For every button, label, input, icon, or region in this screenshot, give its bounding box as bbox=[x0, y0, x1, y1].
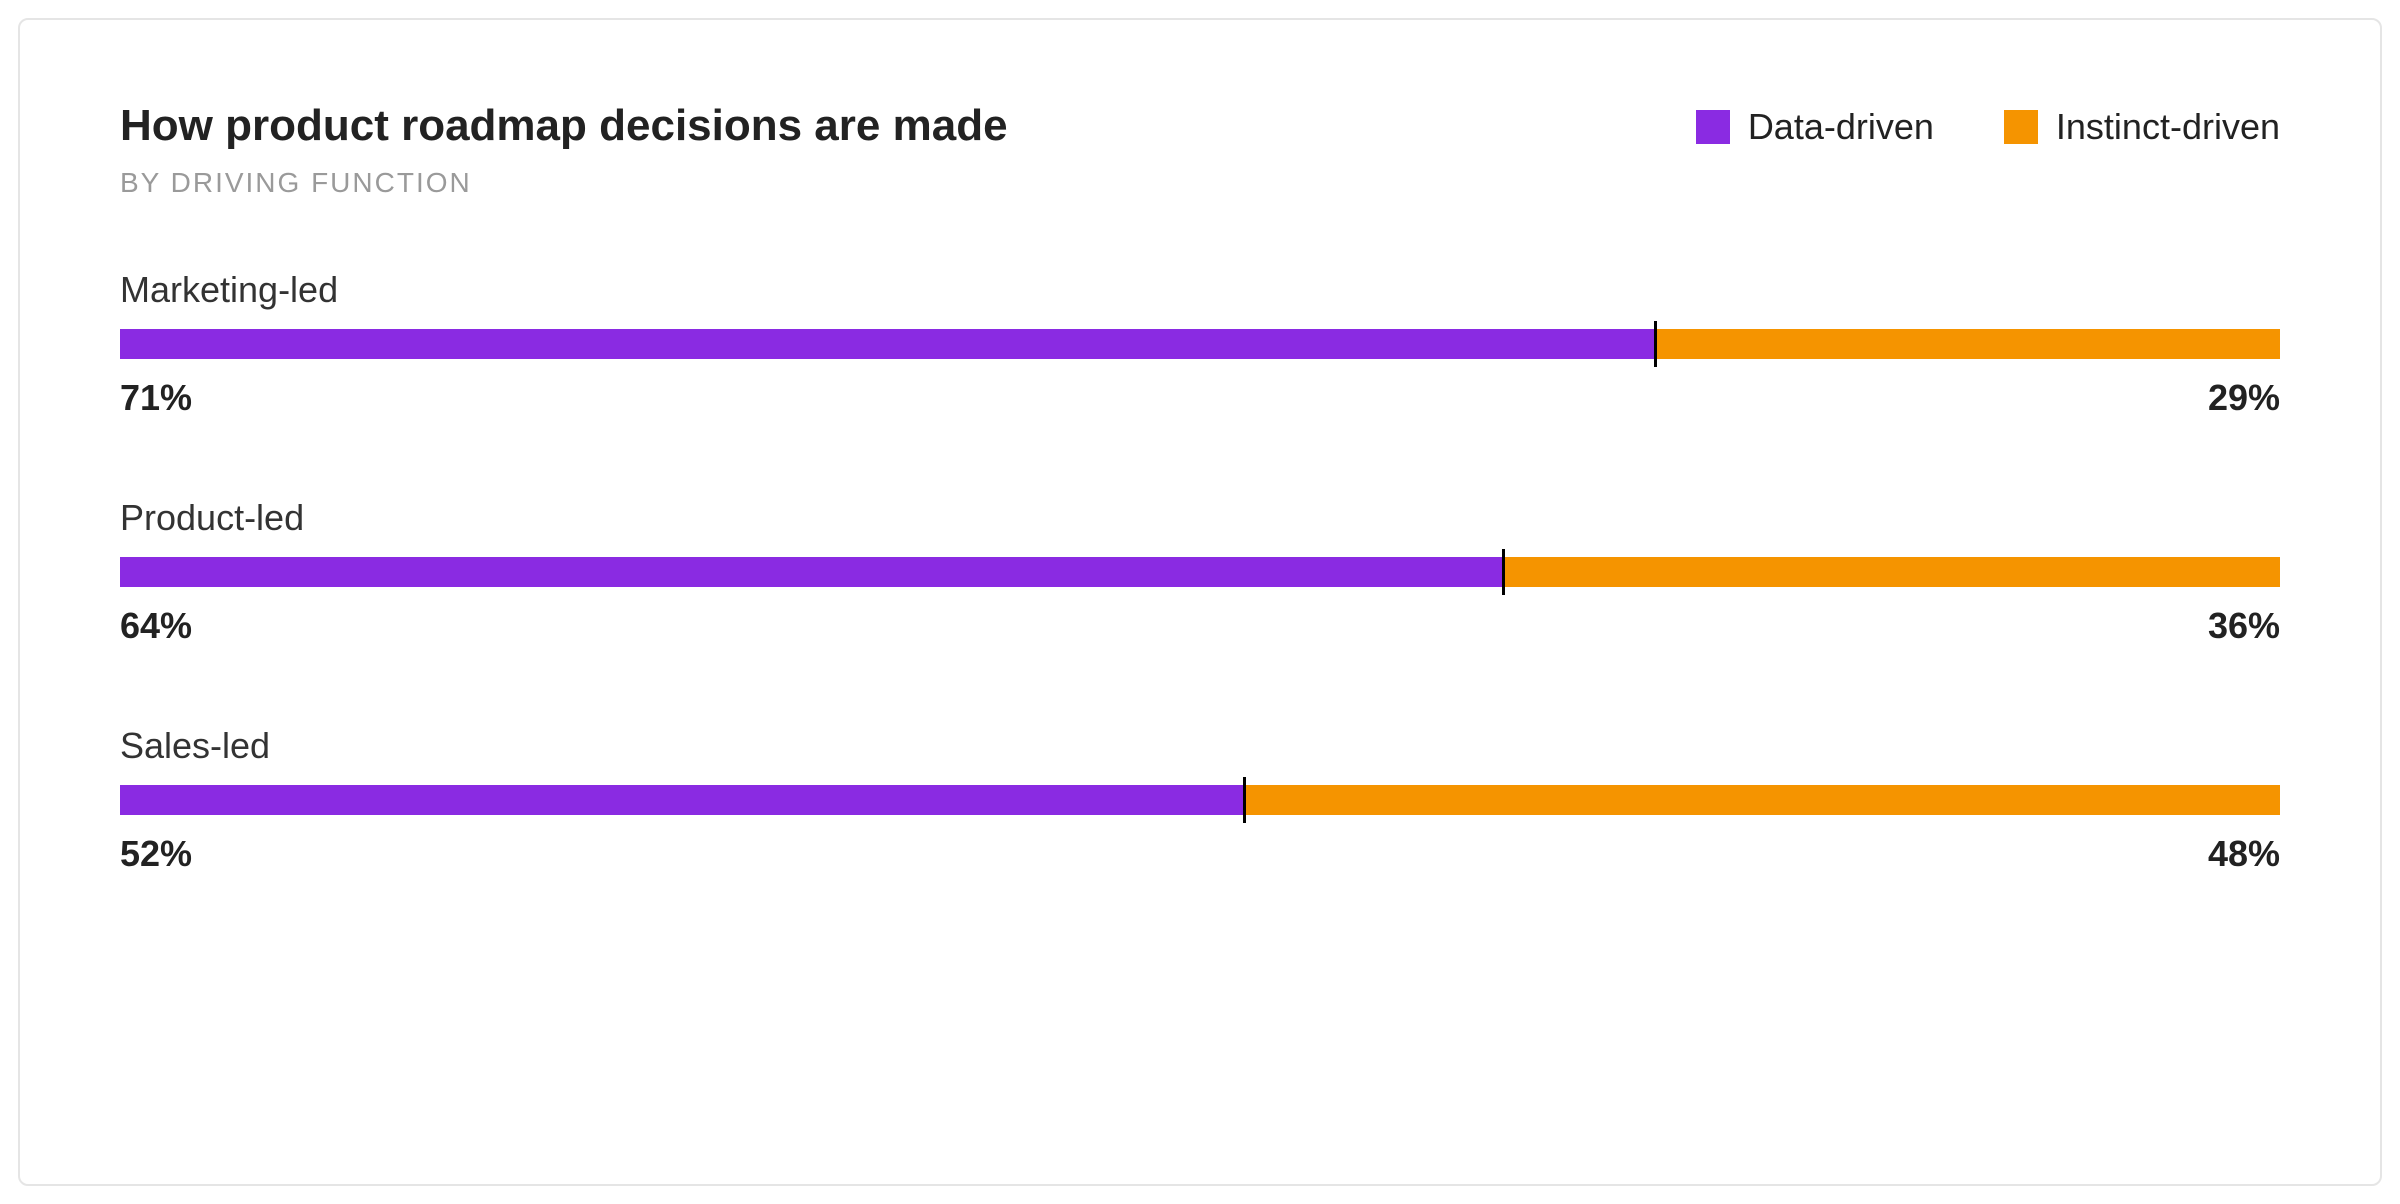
segment-divider bbox=[1654, 321, 1657, 367]
value-instinct-driven: 29% bbox=[2208, 377, 2280, 419]
legend-swatch-data-driven bbox=[1696, 110, 1730, 144]
bar-row-product-led: Product-led 64% 36% bbox=[120, 497, 2280, 647]
value-data-driven: 64% bbox=[120, 605, 192, 647]
stacked-bar bbox=[120, 329, 2280, 359]
legend-label-instinct-driven: Instinct-driven bbox=[2056, 106, 2280, 148]
bar-segment-data-driven bbox=[120, 329, 1654, 359]
chart-card: How product roadmap decisions are made B… bbox=[18, 18, 2382, 1186]
value-data-driven: 71% bbox=[120, 377, 192, 419]
value-row: 71% 29% bbox=[120, 377, 2280, 419]
value-row: 52% 48% bbox=[120, 833, 2280, 875]
title-block: How product roadmap decisions are made B… bbox=[120, 100, 1008, 199]
segment-divider bbox=[1243, 777, 1246, 823]
legend-item-data-driven: Data-driven bbox=[1696, 106, 1934, 148]
category-label: Sales-led bbox=[120, 725, 2280, 767]
stacked-bar bbox=[120, 557, 2280, 587]
chart-subtitle: BY DRIVING FUNCTION bbox=[120, 167, 1008, 199]
legend-item-instinct-driven: Instinct-driven bbox=[2004, 106, 2280, 148]
value-instinct-driven: 48% bbox=[2208, 833, 2280, 875]
value-instinct-driven: 36% bbox=[2208, 605, 2280, 647]
value-row: 64% 36% bbox=[120, 605, 2280, 647]
bar-segment-instinct-driven bbox=[1502, 557, 2280, 587]
bar-segment-instinct-driven bbox=[1654, 329, 2280, 359]
segment-divider bbox=[1502, 549, 1505, 595]
bar-row-sales-led: Sales-led 52% 48% bbox=[120, 725, 2280, 875]
value-data-driven: 52% bbox=[120, 833, 192, 875]
chart-canvas: How product roadmap decisions are made B… bbox=[0, 0, 2400, 1204]
bar-segment-data-driven bbox=[120, 785, 1243, 815]
chart-header: How product roadmap decisions are made B… bbox=[120, 100, 2280, 199]
legend-label-data-driven: Data-driven bbox=[1748, 106, 1934, 148]
bar-segment-data-driven bbox=[120, 557, 1502, 587]
bar-row-marketing-led: Marketing-led 71% 29% bbox=[120, 269, 2280, 419]
bar-segment-instinct-driven bbox=[1243, 785, 2280, 815]
category-label: Product-led bbox=[120, 497, 2280, 539]
legend-swatch-instinct-driven bbox=[2004, 110, 2038, 144]
chart-rows: Marketing-led 71% 29% Product-led bbox=[120, 269, 2280, 875]
chart-title: How product roadmap decisions are made bbox=[120, 100, 1008, 153]
category-label: Marketing-led bbox=[120, 269, 2280, 311]
chart-legend: Data-driven Instinct-driven bbox=[1696, 100, 2280, 148]
stacked-bar bbox=[120, 785, 2280, 815]
